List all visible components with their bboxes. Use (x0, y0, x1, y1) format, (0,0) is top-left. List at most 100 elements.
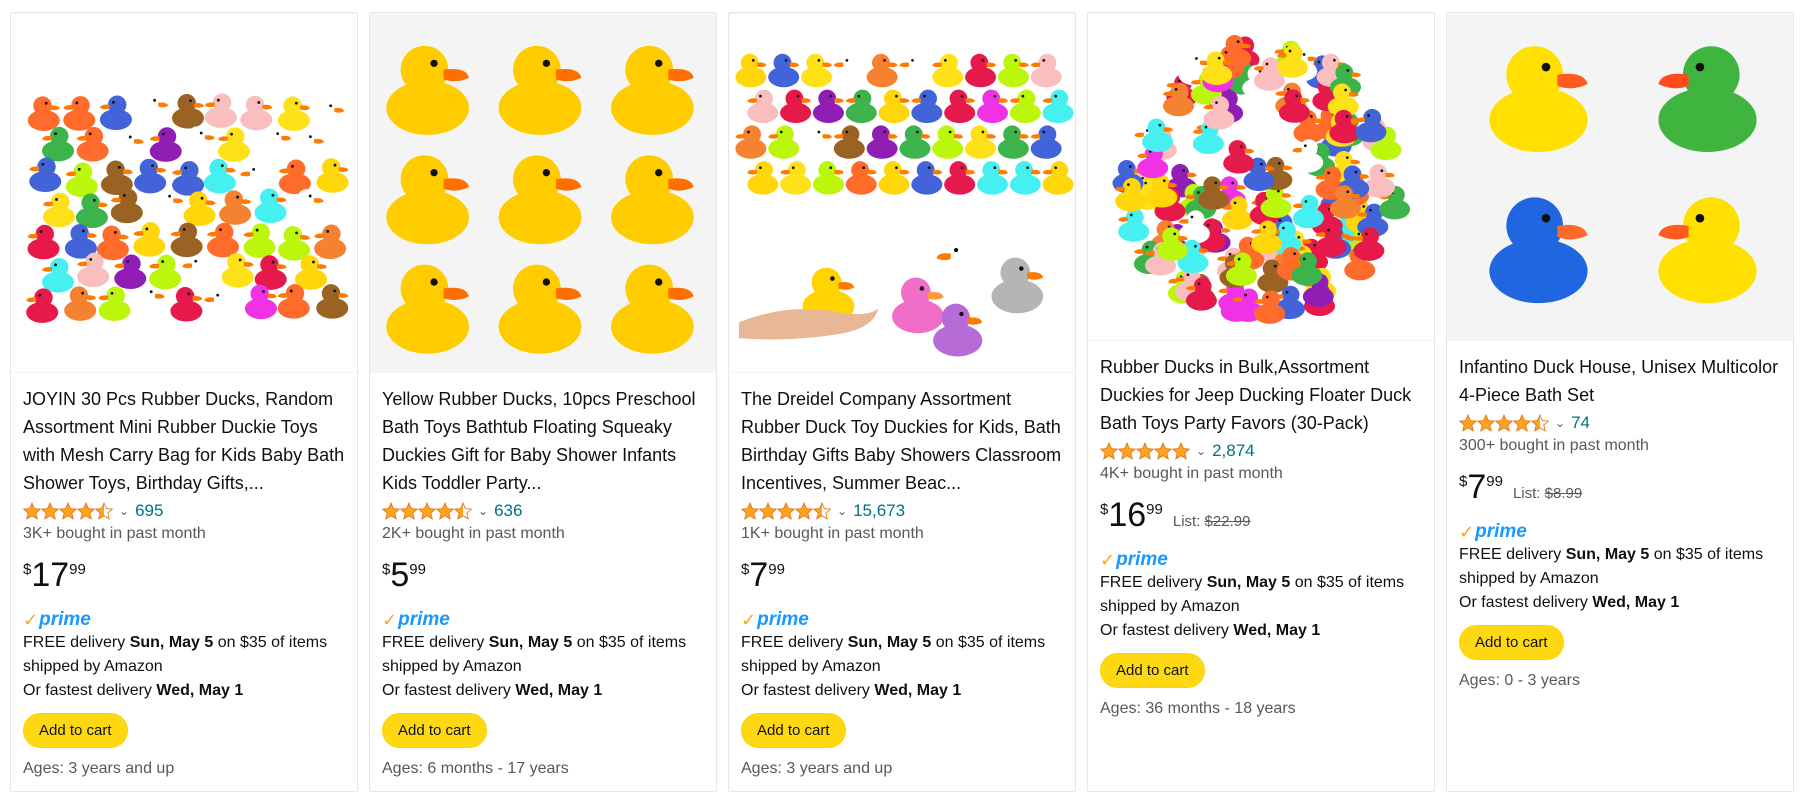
product-title[interactable]: Rubber Ducks in Bulk,Assortment Duckies … (1100, 353, 1422, 437)
bought-count: 3K+ bought in past month (23, 525, 206, 542)
price[interactable]: $ 7 99 List: $8.99 (1459, 469, 1781, 509)
star-icon (1136, 442, 1154, 460)
chevron-down-icon[interactable]: ⌄ (478, 504, 488, 518)
product-image[interactable] (729, 13, 1075, 373)
four-duck-set-image (1447, 13, 1793, 341)
star-icon (1100, 442, 1118, 460)
fastest-prefix: Or fastest delivery (741, 682, 875, 699)
fastest-date: Wed, May 1 (1592, 594, 1680, 611)
delivery-info: FREE delivery Sun, May 5 on $35 of items… (23, 631, 345, 679)
star-rating[interactable] (382, 502, 472, 520)
price-fraction: 99 (768, 561, 785, 578)
delivery-info: FREE delivery Sun, May 5 on $35 of items… (1100, 571, 1422, 619)
add-to-cart-button[interactable]: Add to cart (382, 713, 487, 748)
product-title[interactable]: Infantino Duck House, Unisex Multicolor … (1459, 353, 1781, 409)
product-title[interactable]: JOYIN 30 Pcs Rubber Ducks, Random Assort… (23, 385, 345, 497)
add-to-cart-button[interactable]: Add to cart (1100, 653, 1205, 688)
prime-badge: ✓ prime (23, 609, 345, 631)
review-count-link[interactable]: 2,874 (1212, 441, 1255, 461)
product-image[interactable] (1088, 13, 1434, 341)
fastest-prefix: Or fastest delivery (1459, 594, 1593, 611)
bought-count: 1K+ bought in past month (741, 525, 924, 542)
product-title[interactable]: Yellow Rubber Ducks, 10pcs Preschool Bat… (382, 385, 704, 497)
product-title[interactable]: The Dreidel Company Assortment Rubber Du… (741, 385, 1063, 497)
star-icon (382, 502, 400, 520)
price[interactable]: $ 5 99 (382, 557, 704, 597)
age-range: Ages: 36 months - 18 years (1100, 700, 1296, 717)
add-to-cart-button[interactable]: Add to cart (23, 713, 128, 748)
delivery-date: Sun, May 5 (847, 634, 932, 651)
chevron-down-icon[interactable]: ⌄ (837, 504, 847, 518)
delivery-prefix: FREE delivery (1459, 546, 1566, 563)
rating-line: ⌄ 636 (382, 499, 704, 523)
fastest-delivery: Or fastest delivery Wed, May 1 (1100, 619, 1422, 643)
assorted-ducks-image (11, 14, 357, 372)
star-icon (813, 502, 831, 520)
price-symbol: $ (1100, 501, 1109, 518)
delivery-prefix: FREE delivery (382, 634, 489, 651)
price-symbol: $ (1459, 473, 1468, 490)
fastest-date: Wed, May 1 (515, 682, 603, 699)
price[interactable]: $ 7 99 (741, 557, 1063, 597)
star-icon (1513, 414, 1531, 432)
review-count-link[interactable]: 15,673 (853, 501, 905, 521)
delivery-prefix: FREE delivery (23, 634, 130, 651)
review-count-link[interactable]: 695 (135, 501, 163, 521)
chevron-down-icon[interactable]: ⌄ (119, 504, 129, 518)
review-count-link[interactable]: 636 (494, 501, 522, 521)
chevron-down-icon[interactable]: ⌄ (1555, 416, 1565, 430)
list-price-value: $8.99 (1544, 485, 1583, 502)
prime-check-icon: ✓ (741, 609, 757, 630)
add-to-cart-button[interactable]: Add to cart (1459, 625, 1564, 660)
fastest-delivery: Or fastest delivery Wed, May 1 (23, 679, 345, 703)
delivery-date: Sun, May 5 (1206, 574, 1291, 591)
prime-label: prime (757, 609, 809, 630)
delivery-date: Sun, May 5 (129, 634, 214, 651)
bulk-ducks-image (1088, 13, 1434, 341)
star-icon (59, 502, 77, 520)
product-image[interactable] (370, 13, 716, 373)
fastest-delivery: Or fastest delivery Wed, May 1 (1459, 591, 1781, 615)
star-rating[interactable] (741, 502, 831, 520)
fastest-date: Wed, May 1 (1233, 622, 1321, 639)
product-card: JOYIN 30 Pcs Rubber Ducks, Random Assort… (10, 12, 358, 792)
bought-count: 4K+ bought in past month (1100, 465, 1283, 482)
price-whole: 7 (1467, 468, 1487, 506)
star-icon (1118, 442, 1136, 460)
prime-label: prime (398, 609, 450, 630)
prime-badge: ✓ prime (1100, 549, 1422, 571)
fastest-prefix: Or fastest delivery (23, 682, 157, 699)
star-icon (77, 502, 95, 520)
price[interactable]: $ 17 99 (23, 557, 345, 597)
product-image[interactable] (11, 13, 357, 373)
rating-line: ⌄ 695 (23, 499, 345, 523)
list-price: List: $8.99 (1513, 485, 1582, 502)
list-label: List: (1512, 485, 1545, 502)
star-icon (1495, 414, 1513, 432)
chevron-down-icon[interactable]: ⌄ (1196, 444, 1206, 458)
price-fraction: 99 (1486, 473, 1503, 490)
prime-label: prime (1475, 521, 1527, 542)
review-count-link[interactable]: 74 (1571, 413, 1590, 433)
price-symbol: $ (741, 561, 750, 578)
star-rating[interactable] (23, 502, 113, 520)
delivery-info: FREE delivery Sun, May 5 on $35 of items… (1459, 543, 1781, 591)
rating-line: ⌄ 74 (1459, 411, 1781, 435)
add-to-cart-button[interactable]: Add to cart (741, 713, 846, 748)
price-symbol: $ (382, 561, 391, 578)
price[interactable]: $ 16 99 List: $22.99 (1100, 497, 1422, 537)
prime-label: prime (1116, 549, 1168, 570)
star-rating[interactable] (1100, 442, 1190, 460)
price-whole: 17 (31, 556, 70, 594)
delivery-info: FREE delivery Sun, May 5 on $35 of items… (382, 631, 704, 679)
fastest-delivery: Or fastest delivery Wed, May 1 (382, 679, 704, 703)
list-price: List: $22.99 (1173, 513, 1251, 530)
fastest-prefix: Or fastest delivery (1100, 622, 1234, 639)
delivery-date: Sun, May 5 (488, 634, 573, 651)
product-image[interactable] (1447, 13, 1793, 341)
star-rating[interactable] (1459, 414, 1549, 432)
star-icon (418, 502, 436, 520)
product-results-row: JOYIN 30 Pcs Rubber Ducks, Random Assort… (0, 0, 1806, 803)
price-fraction: 99 (69, 561, 86, 578)
delivery-prefix: FREE delivery (1100, 574, 1207, 591)
